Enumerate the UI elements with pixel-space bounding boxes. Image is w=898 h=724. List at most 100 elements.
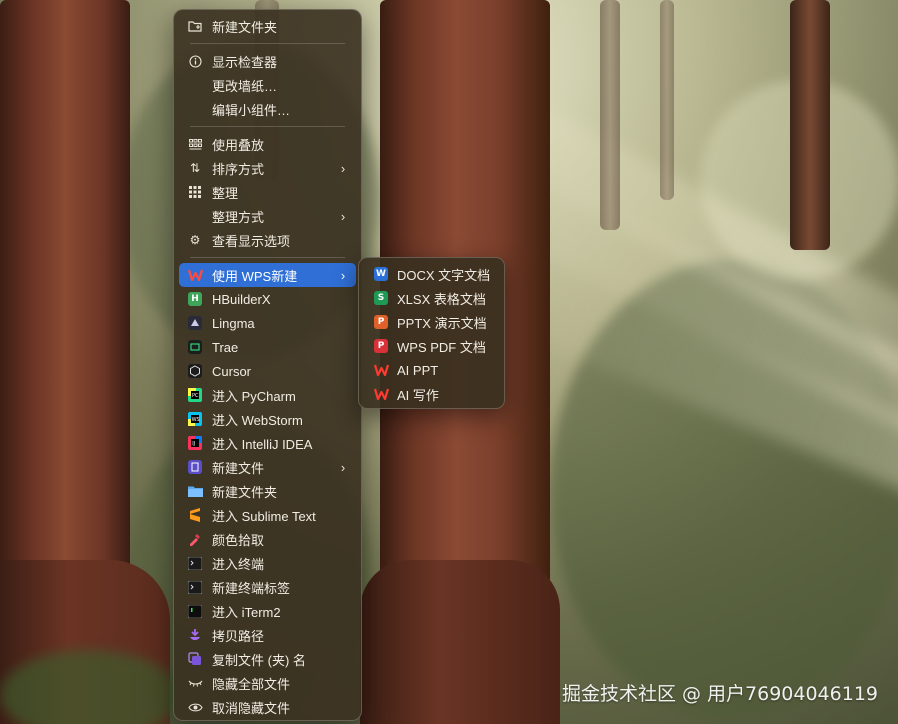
intellij-icon: IJ (187, 435, 203, 451)
watermark-text: 掘金技术社区 @ 用户76904046119 (561, 683, 878, 705)
sublime-icon (187, 507, 203, 523)
submenu-item-ai-ppt[interactable]: AI PPT (364, 358, 499, 382)
gear-icon: ⚙ (189, 233, 201, 247)
menu-separator (190, 257, 345, 258)
menu-item-label: 新建文件夹 (212, 484, 278, 500)
menu-item-label: 使用叠放 (212, 137, 265, 153)
info-icon (187, 53, 203, 69)
hbuilderx-icon: H (187, 291, 203, 307)
menu-item-label: 进入 IntelliJ IDEA (212, 436, 313, 452)
menu-item-label: 新建终端标签 (212, 580, 291, 596)
menu-item-label: Cursor (212, 363, 252, 379)
menu-separator (190, 43, 345, 44)
stack-grid-icon (187, 136, 203, 152)
submenu-item-pptx[interactable]: P PPTX 演示文档 (364, 310, 499, 334)
menu-item-label: 使用 WPS新建 (212, 268, 298, 284)
submenu-item-label: XLSX 表格文档 (397, 291, 486, 307)
menu-item-label: 进入 WebStorm (212, 412, 303, 428)
trae-icon (187, 339, 203, 355)
menu-item-label: 隐藏全部文件 (212, 676, 291, 692)
cursor-icon (187, 363, 203, 379)
menu-item-unhide-files[interactable]: 取消隐藏文件 (179, 695, 356, 719)
menu-item-label: 新建文件夹 (212, 19, 278, 35)
menu-item-label: Lingma (212, 315, 255, 331)
menu-item-webstorm[interactable]: WS 进入 WebStorm (179, 407, 356, 431)
menu-item-label: 查看显示选项 (212, 233, 291, 249)
chevron-right-icon: › (340, 160, 346, 176)
docx-icon: W (373, 266, 389, 282)
submenu-item-label: AI PPT (397, 362, 439, 378)
submenu-item-label: PPTX 演示文档 (397, 315, 487, 331)
menu-item-label: 新建文件 (212, 460, 265, 476)
svg-text:IJ: IJ (192, 441, 195, 447)
eye-closed-icon (187, 675, 203, 691)
menu-item-sublime[interactable]: 进入 Sublime Text (179, 503, 356, 527)
menu-item-show-inspector[interactable]: 显示检查器 (179, 49, 356, 73)
menu-item-label: 编辑小组件… (212, 102, 291, 118)
menu-item-copy-path[interactable]: 拷贝路径 (179, 623, 356, 647)
menu-item-label: 颜色拾取 (212, 532, 265, 548)
pycharm-icon: PC (187, 387, 203, 403)
desktop-context-menu: 新建文件夹 显示检查器 更改墙纸… 编辑小组件… 使用叠放 ⇅ 排序方式 › 整… (173, 9, 362, 721)
menu-item-label: 整理 (212, 185, 239, 201)
menu-item-clean-up[interactable]: 整理 (179, 180, 356, 204)
menu-item-label: 复制文件 (夹) 名 (212, 652, 306, 668)
svg-text:WS: WS (192, 417, 200, 423)
menu-item-terminal[interactable]: 进入终端 (179, 551, 356, 575)
copy-name-icon (187, 651, 203, 667)
lingma-icon (187, 315, 203, 331)
menu-item-iterm2[interactable]: 进入 iTerm2 (179, 599, 356, 623)
menu-item-label: HBuilderX (212, 291, 271, 307)
menu-item-sort-by[interactable]: ⇅ 排序方式 › (179, 156, 356, 180)
submenu-item-label: AI 写作 (397, 387, 439, 403)
terminal-icon (187, 555, 203, 571)
wps-ai-icon (373, 362, 389, 378)
copy-path-icon (187, 627, 203, 643)
menu-item-new-folder[interactable]: 新建文件夹 (179, 14, 356, 38)
menu-item-intellij[interactable]: IJ 进入 IntelliJ IDEA (179, 431, 356, 455)
menu-item-label: 显示检查器 (212, 54, 278, 70)
pdf-icon: P (373, 338, 389, 354)
menu-item-label: Trae (212, 339, 239, 355)
menu-item-hbuilderx[interactable]: H HBuilderX (179, 287, 356, 311)
menu-item-label: 进入 iTerm2 (212, 604, 281, 620)
menu-item-view-options[interactable]: ⚙ 查看显示选项 (179, 228, 356, 252)
blue-folder-icon (187, 483, 203, 499)
submenu-item-docx[interactable]: W DOCX 文字文档 (364, 262, 499, 286)
chevron-right-icon: › (340, 459, 346, 475)
wps-ai-write-icon (373, 386, 389, 402)
menu-item-pycharm[interactable]: PC 进入 PyCharm (179, 383, 356, 407)
menu-item-hide-all-files[interactable]: 隐藏全部文件 (179, 671, 356, 695)
menu-item-new-folder-2[interactable]: 新建文件夹 (179, 479, 356, 503)
menu-item-edit-widgets[interactable]: 编辑小组件… (179, 97, 356, 121)
wps-icon (187, 267, 203, 283)
menu-item-cursor[interactable]: Cursor (179, 359, 356, 383)
chevron-right-icon: › (340, 208, 346, 224)
menu-item-label: 进入 PyCharm (212, 388, 296, 404)
menu-item-use-stacks[interactable]: 使用叠放 (179, 132, 356, 156)
sort-arrows-icon: ⇅ (189, 161, 201, 175)
menu-item-clean-up-by[interactable]: 整理方式 › (179, 204, 356, 228)
menu-item-new-file[interactable]: 新建文件 › (179, 455, 356, 479)
submenu-item-pdf[interactable]: P WPS PDF 文档 (364, 334, 499, 358)
submenu-item-xlsx[interactable]: S XLSX 表格文档 (364, 286, 499, 310)
menu-item-lingma[interactable]: Lingma (179, 311, 356, 335)
menu-item-trae[interactable]: Trae (179, 335, 356, 359)
xlsx-icon: S (373, 290, 389, 306)
menu-item-wps-new[interactable]: 使用 WPS新建 › (179, 263, 356, 287)
menu-item-label: 排序方式 (212, 161, 265, 177)
svg-text:PC: PC (192, 393, 199, 399)
menu-item-change-wallpaper[interactable]: 更改墙纸… (179, 73, 356, 97)
chevron-right-icon: › (340, 267, 346, 283)
menu-item-new-terminal-tab[interactable]: 新建终端标签 (179, 575, 356, 599)
wps-submenu: W DOCX 文字文档 S XLSX 表格文档 P PPTX 演示文档 P WP… (358, 257, 505, 409)
webstorm-icon: WS (187, 411, 203, 427)
submenu-item-ai-write[interactable]: AI 写作 (364, 382, 499, 406)
iterm2-icon (187, 603, 203, 619)
menu-item-label: 拷贝路径 (212, 628, 265, 644)
menu-item-label: 取消隐藏文件 (212, 700, 291, 716)
menu-item-color-picker[interactable]: 颜色拾取 (179, 527, 356, 551)
menu-item-label: 整理方式 (212, 209, 265, 225)
menu-separator (190, 126, 345, 127)
menu-item-copy-name[interactable]: 复制文件 (夹) 名 (179, 647, 356, 671)
